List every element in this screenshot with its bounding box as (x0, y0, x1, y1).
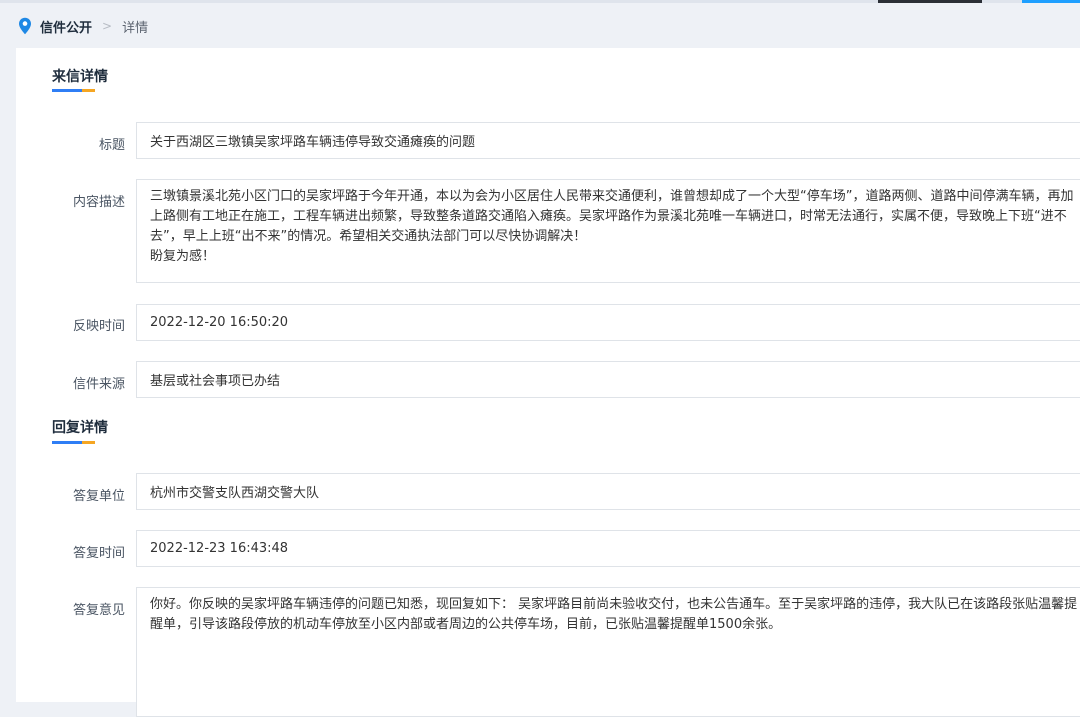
breadcrumb-home-link[interactable]: 信件公开 (40, 17, 92, 36)
reply-time-field: 2022-12-23 16:43:48 (136, 530, 1080, 567)
top-strip-dark-segment (878, 0, 982, 3)
location-pin-icon (19, 17, 31, 35)
breadcrumb-current: 详情 (122, 20, 149, 36)
content-line: 盼复为感！ (150, 249, 216, 264)
letter-section-title: 来信详情 (52, 69, 108, 85)
title-label: 标题 (98, 138, 125, 153)
report-time-label: 反映时间 (72, 319, 125, 334)
letter-section-underline (52, 89, 95, 92)
breadcrumb-separator: > (102, 19, 113, 33)
reply-opinion-field: 你好。你反映的吴家坪路车辆违停的问题已知悉，现回复如下： 吴家坪路目前尚未验收交… (136, 587, 1080, 717)
reply-section-underline (52, 441, 95, 444)
title-field: 关于西湖区三墩镇吴家坪路车辆违停导致交通瘫痪的问题 (136, 122, 1080, 159)
top-strip (0, 0, 1080, 3)
report-time-field: 2022-12-20 16:50:20 (136, 304, 1080, 341)
source-label: 信件来源 (72, 377, 125, 392)
content-line: 三墩镇景溪北苑小区门口的吴家坪路于今年开通，本以为会为小区居住人民带来交通便利，… (150, 189, 1074, 204)
reply-opinion-label: 答复意见 (72, 603, 125, 618)
top-strip-blue-segment (1022, 0, 1080, 3)
reply-unit-field: 杭州市交警支队西湖交警大队 (136, 473, 1080, 510)
source-field: 基层或社会事项已办结 (136, 361, 1080, 398)
content-label: 内容描述 (72, 195, 125, 210)
opinion-line: 醒单，引导该路段停放的机动车停放至小区内部或者周边的公共停车场，目前，已张贴温馨… (150, 617, 782, 632)
content-line: 上路侧有工地正在施工，工程车辆进出频繁，导致整条道路交通陷入瘫痪。吴家坪路作为景… (150, 209, 1067, 224)
content-line: 去”，早上上班“出不来”的情况。希望相关交通执法部门可以尽快协调解决！ (150, 229, 587, 244)
content-field: 三墩镇景溪北苑小区门口的吴家坪路于今年开通，本以为会为小区居住人民带来交通便利，… (136, 179, 1080, 283)
opinion-line: 你好。你反映的吴家坪路车辆违停的问题已知悉，现回复如下： 吴家坪路目前尚未验收交… (150, 597, 1078, 612)
detail-card: 来信详情 标题 关于西湖区三墩镇吴家坪路车辆违停导致交通瘫痪的问题 内容描述 三… (16, 48, 1080, 717)
reply-time-label: 答复时间 (72, 546, 125, 561)
reply-unit-label: 答复单位 (72, 489, 125, 504)
reply-section-title: 回复详情 (52, 420, 108, 436)
breadcrumb: 信件公开 > 详情 (18, 14, 148, 38)
